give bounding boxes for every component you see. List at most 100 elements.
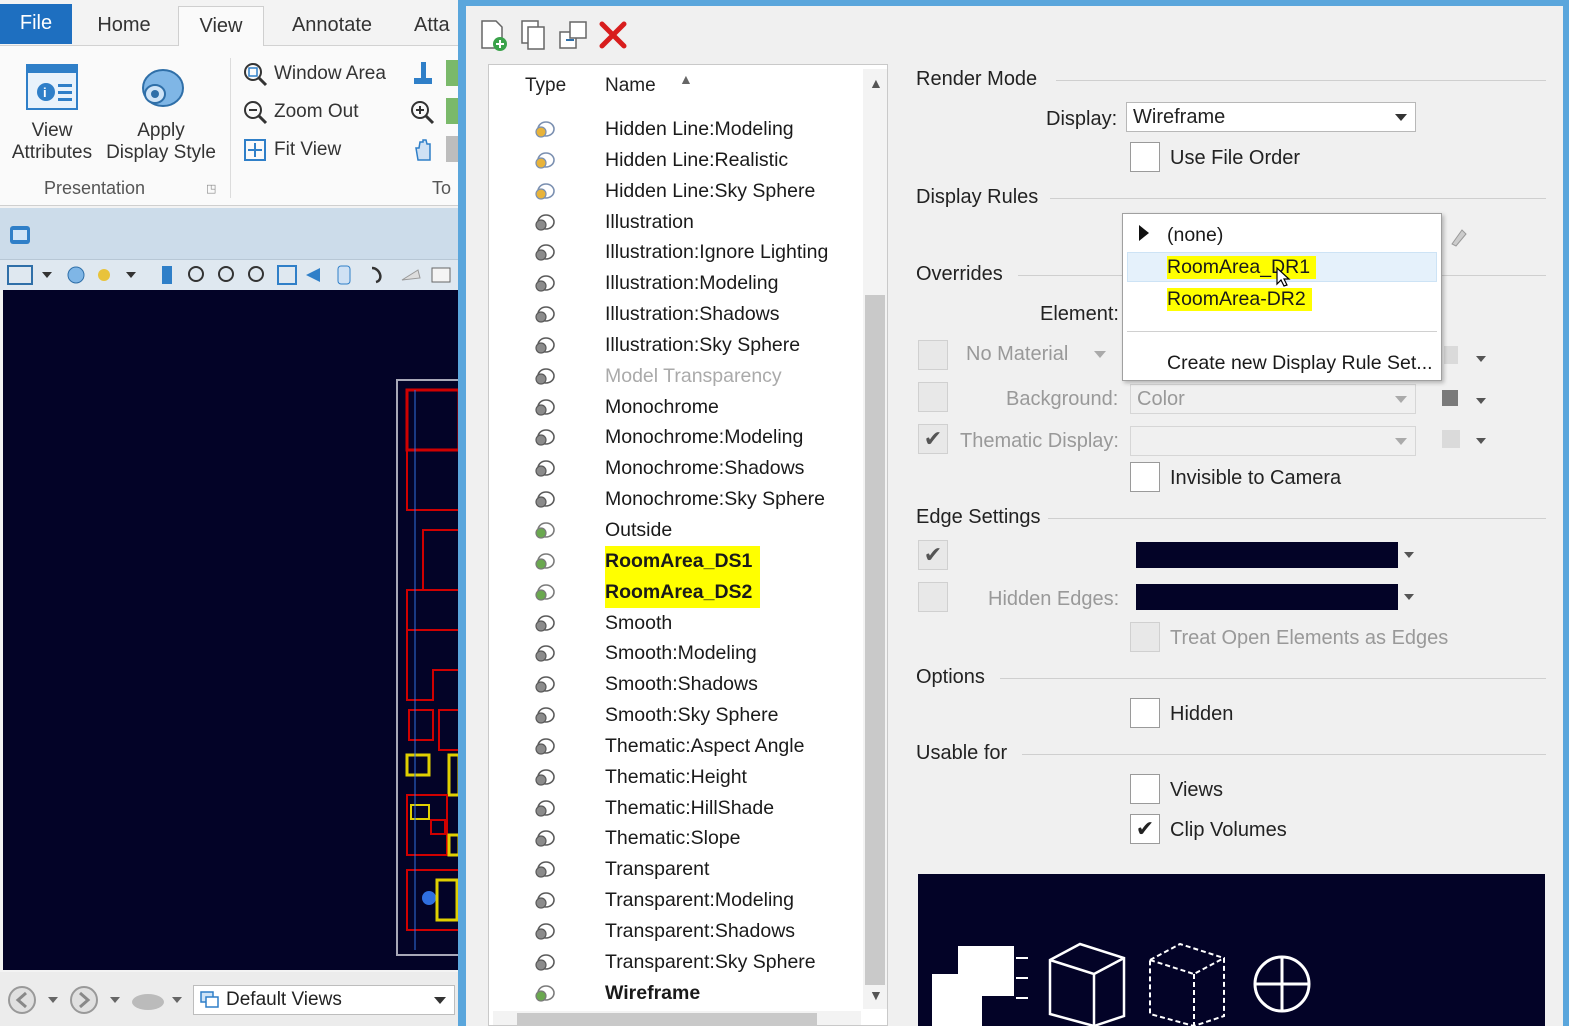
tab-annotate[interactable]: Annotate bbox=[276, 6, 388, 46]
style-icon-gray bbox=[535, 707, 555, 724]
list-item[interactable]: Wireframe bbox=[489, 978, 859, 1009]
background-color-swatch[interactable] bbox=[1442, 390, 1458, 406]
list-item[interactable]: Smooth bbox=[489, 608, 859, 639]
list-item[interactable]: Illustration:Ignore Lighting bbox=[489, 237, 859, 268]
list-item[interactable]: Transparent:Sky Sphere bbox=[489, 947, 859, 978]
list-item[interactable]: Thematic:Height bbox=[489, 762, 859, 793]
horizontal-scrollbar-thumb[interactable] bbox=[517, 1013, 817, 1025]
list-horizontal-scrollbar[interactable] bbox=[493, 1011, 861, 1025]
pan-tool-icon[interactable] bbox=[410, 60, 436, 88]
edit-rules-icon[interactable] bbox=[1448, 226, 1468, 248]
tab-file[interactable]: File bbox=[0, 4, 72, 44]
list-item[interactable]: Hidden Line:Realistic bbox=[489, 145, 859, 176]
list-vertical-scrollbar[interactable]: ▲ ▼ bbox=[863, 69, 887, 1009]
list-item[interactable]: RoomArea_DS1 bbox=[489, 545, 859, 577]
list-item[interactable]: Monochrome:Modeling bbox=[489, 422, 859, 453]
list-item[interactable]: Smooth:Modeling bbox=[489, 638, 859, 669]
views-combo[interactable]: Default Views bbox=[193, 985, 455, 1015]
copy-style-icon[interactable] bbox=[516, 18, 550, 52]
window-area-button[interactable]: Window Area bbox=[242, 60, 386, 88]
list-item[interactable]: Monochrome:Sky Sphere bbox=[489, 484, 859, 515]
hidden-edges-color[interactable] bbox=[1136, 584, 1398, 610]
scroll-down-icon[interactable]: ▼ bbox=[869, 987, 883, 1003]
navigation-controls[interactable] bbox=[6, 984, 186, 1016]
display-mode-select[interactable]: Wireframe bbox=[1126, 102, 1416, 132]
fit-view-button[interactable]: Fit View bbox=[242, 136, 341, 164]
list-item[interactable]: Illustration:Shadows bbox=[489, 299, 859, 330]
tool-green-icon[interactable] bbox=[446, 60, 458, 86]
chevron-down-icon[interactable] bbox=[1476, 398, 1486, 404]
list-item[interactable]: Transparent bbox=[489, 854, 859, 885]
rule-option-roomarea-dr2[interactable]: RoomArea-DR2 bbox=[1167, 288, 1312, 311]
tool-gray-icon[interactable] bbox=[446, 136, 458, 162]
cube-hidden-lines-icon bbox=[1149, 942, 1225, 1026]
zoom-out-button[interactable]: Zoom Out bbox=[242, 98, 358, 126]
view-attributes-button[interactable]: i View Attributes bbox=[6, 62, 98, 164]
hidden-checkbox[interactable] bbox=[1130, 698, 1160, 728]
invisible-to-camera-checkbox[interactable] bbox=[1130, 462, 1160, 492]
list-item[interactable]: Illustration:Sky Sphere bbox=[489, 330, 859, 361]
dialog-launcher-icon[interactable]: ◳ bbox=[206, 182, 216, 195]
column-header-type[interactable]: Type bbox=[525, 75, 566, 97]
create-rule-set-option[interactable]: Create new Display Rule Set... bbox=[1167, 352, 1433, 375]
apply-display-style-button[interactable]: Apply Display Style bbox=[102, 62, 220, 164]
background-override-checkbox[interactable] bbox=[918, 382, 948, 412]
invisible-to-camera-label: Invisible to Camera bbox=[1170, 467, 1342, 489]
tab-home[interactable]: Home bbox=[80, 6, 168, 46]
chevron-down-icon[interactable] bbox=[1476, 356, 1486, 362]
chevron-down-icon[interactable] bbox=[1476, 438, 1486, 444]
new-style-icon[interactable] bbox=[476, 18, 510, 52]
tab-attach[interactable]: Atta bbox=[414, 6, 462, 46]
list-item[interactable]: Hidden Line:Sky Sphere bbox=[489, 176, 859, 207]
thematic-picker-icon[interactable] bbox=[1442, 430, 1460, 448]
zoom-in-icon[interactable] bbox=[408, 98, 436, 126]
rule-option-roomarea-dr1[interactable]: RoomArea_DR1 bbox=[1167, 256, 1317, 279]
import-style-icon[interactable] bbox=[556, 18, 590, 52]
background-select[interactable]: Color bbox=[1130, 384, 1416, 414]
list-item[interactable]: Thematic:Slope bbox=[489, 823, 859, 854]
visible-edges-color[interactable] bbox=[1136, 542, 1398, 568]
clip-volumes-checkbox[interactable]: ✔ bbox=[1130, 814, 1160, 844]
column-header-name[interactable]: Name bbox=[605, 75, 656, 97]
tab-view[interactable]: View bbox=[178, 6, 264, 47]
list-item[interactable]: Monochrome bbox=[489, 392, 859, 423]
scrollbar-thumb[interactable] bbox=[865, 295, 885, 985]
rule-option-none[interactable]: (none) bbox=[1167, 224, 1223, 247]
material-select[interactable]: No Material bbox=[960, 340, 1114, 370]
list-item[interactable]: Smooth:Shadows bbox=[489, 669, 859, 700]
delete-style-icon[interactable] bbox=[596, 18, 630, 52]
chevron-down-icon[interactable] bbox=[1404, 594, 1414, 600]
view-toolbar-icons[interactable] bbox=[0, 260, 460, 290]
list-item[interactable]: Model Transparency bbox=[489, 361, 859, 392]
list-item[interactable]: Outside bbox=[489, 515, 859, 546]
hand-pan-icon[interactable] bbox=[410, 136, 436, 164]
views-checkbox[interactable] bbox=[1130, 774, 1160, 804]
use-file-order-checkbox[interactable] bbox=[1130, 142, 1160, 172]
list-item[interactable]: Illustration bbox=[489, 207, 859, 238]
display-style-list[interactable]: Type Name ▲ Hidden Line:Modeling Hidden L… bbox=[488, 64, 888, 1026]
list-item[interactable]: RoomArea_DS2 bbox=[489, 576, 859, 608]
material-picker-icon[interactable] bbox=[1444, 346, 1458, 364]
hidden-edges-checkbox[interactable] bbox=[918, 582, 948, 612]
divider bbox=[1050, 198, 1546, 199]
scroll-up-icon[interactable]: ▲ bbox=[869, 75, 883, 91]
visible-edges-checkbox[interactable]: ✔ bbox=[918, 540, 948, 570]
drawing-viewport[interactable] bbox=[3, 290, 459, 970]
thematic-display-select[interactable] bbox=[1130, 426, 1416, 456]
list-item[interactable]: Transparent:Modeling bbox=[489, 885, 859, 916]
style-icon-gray bbox=[535, 460, 555, 477]
list-item[interactable]: Transparent:Shadows bbox=[489, 916, 859, 947]
material-override-checkbox[interactable] bbox=[918, 340, 948, 370]
display-rules-dropdown[interactable]: (none) RoomArea_DR1 RoomArea-DR2 Create … bbox=[1122, 213, 1442, 381]
tool-green-icon-2[interactable] bbox=[446, 98, 458, 124]
display-rules-heading: Display Rules bbox=[916, 186, 1039, 208]
list-item[interactable]: Illustration:Modeling bbox=[489, 268, 859, 299]
list-item[interactable]: Hidden Line:Modeling bbox=[489, 114, 859, 145]
list-item[interactable]: Smooth:Sky Sphere bbox=[489, 700, 859, 731]
list-item[interactable]: Thematic:Aspect Angle bbox=[489, 731, 859, 762]
thematic-override-checkbox[interactable]: ✔ bbox=[918, 424, 948, 454]
chevron-down-icon[interactable] bbox=[1404, 552, 1414, 558]
treat-open-elements-checkbox[interactable] bbox=[1130, 622, 1160, 652]
list-item[interactable]: Monochrome:Shadows bbox=[489, 453, 859, 484]
list-item[interactable]: Thematic:HillShade bbox=[489, 793, 859, 824]
